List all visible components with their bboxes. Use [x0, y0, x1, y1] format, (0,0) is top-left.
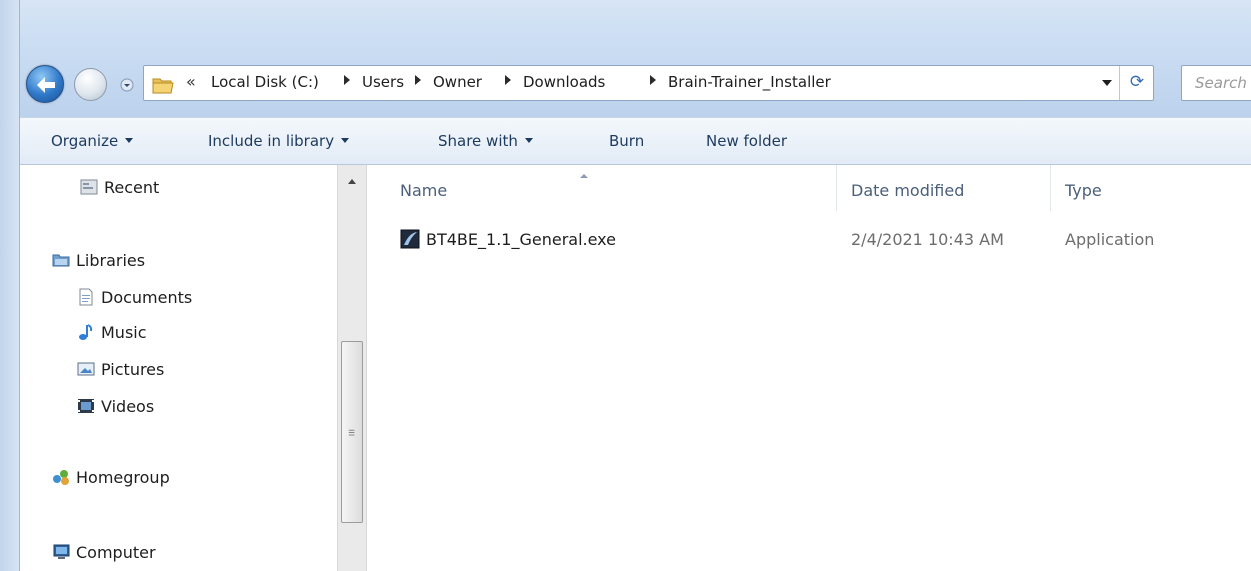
include-in-library-button[interactable]: Include in library	[208, 132, 350, 150]
back-button[interactable]	[26, 65, 64, 103]
share-with-button[interactable]: Share with	[438, 132, 533, 150]
column-header-type[interactable]: Type	[1065, 181, 1102, 200]
forward-button[interactable]	[74, 68, 107, 101]
chevron-down-icon	[341, 138, 350, 143]
nav-item-label: Libraries	[76, 250, 146, 270]
column-divider[interactable]	[836, 165, 837, 211]
nav-item-recent[interactable]: Recent	[80, 175, 159, 199]
address-history-dropdown[interactable]	[1102, 80, 1112, 86]
nav-item-label: Homegroup	[76, 467, 170, 487]
recent-pages-dropdown[interactable]	[120, 78, 134, 92]
breadcrumb-arrow-icon[interactable]	[344, 75, 350, 85]
breadcrumb-brain-trainer-installer[interactable]: Brain-Trainer_Installer	[668, 73, 831, 91]
command-bar: Organize Include in library Share with B…	[20, 117, 1251, 165]
organize-label: Organize	[51, 132, 119, 150]
file-type: Application	[1065, 230, 1155, 249]
window-left-border	[0, 0, 20, 571]
navigation-pane-scrollbar[interactable]	[337, 165, 367, 571]
documents-icon	[77, 288, 95, 306]
file-name[interactable]: BT4BE_1.1_General.exe	[426, 230, 616, 249]
nav-item-label: Computer	[76, 542, 156, 562]
navigation-pane: Recent Libraries Documents Music Picture…	[20, 165, 337, 571]
address-bar[interactable]: « Local Disk (C:) Users Owner Downloads …	[143, 65, 1154, 101]
nav-item-label: Recent	[104, 177, 160, 197]
burn-button[interactable]: Burn	[609, 132, 644, 150]
scrollbar-thumb[interactable]	[341, 341, 363, 523]
breadcrumb-users[interactable]: Users	[362, 73, 404, 91]
file-date-modified: 2/4/2021 10:43 AM	[851, 230, 1004, 249]
new-folder-button[interactable]: New folder	[706, 132, 787, 150]
breadcrumb-local-disk[interactable]: Local Disk (C:)	[211, 73, 319, 91]
computer-icon	[52, 543, 70, 561]
nav-item-label: Videos	[101, 396, 155, 416]
search-placeholder: Search	[1195, 74, 1247, 92]
nav-item-documents[interactable]: Documents	[77, 285, 192, 309]
nav-item-videos[interactable]: Videos	[77, 394, 154, 418]
videos-icon	[77, 397, 95, 415]
music-note-icon	[77, 323, 95, 341]
chevron-down-icon	[120, 78, 134, 92]
back-arrow-icon	[37, 77, 55, 93]
pictures-icon	[77, 360, 95, 378]
breadcrumb-downloads[interactable]: Downloads	[523, 73, 605, 91]
nav-item-libraries[interactable]: Libraries	[52, 248, 145, 272]
organize-button[interactable]: Organize	[51, 132, 134, 150]
nav-item-label: Pictures	[101, 359, 165, 379]
search-input[interactable]: Search	[1181, 65, 1251, 101]
scroll-up-arrow-icon[interactable]	[348, 179, 356, 184]
libraries-icon	[52, 251, 70, 269]
scroll-grip-icon	[348, 429, 355, 436]
nav-item-music[interactable]: Music	[77, 320, 147, 344]
nav-item-label: Music	[101, 322, 147, 342]
column-divider[interactable]	[1050, 165, 1051, 211]
homegroup-icon	[52, 468, 70, 486]
chevron-down-icon	[125, 138, 134, 143]
breadcrumb-owner[interactable]: Owner	[433, 73, 482, 91]
nav-item-pictures[interactable]: Pictures	[77, 357, 164, 381]
include-in-library-label: Include in library	[208, 132, 335, 150]
nav-item-homegroup[interactable]: Homegroup	[52, 465, 170, 489]
chevron-down-icon	[524, 138, 533, 143]
overflow-breadcrumb[interactable]: «	[186, 72, 196, 91]
refresh-button[interactable]: ⟳	[1119, 66, 1154, 100]
file-row[interactable]: BT4BE_1.1_General.exe 2/4/2021 10:43 AM …	[368, 225, 1251, 257]
breadcrumb-arrow-icon[interactable]	[650, 75, 656, 85]
file-list-view: Name Date modified Type BT4BE_1.1_Genera…	[368, 165, 1251, 571]
nav-item-computer[interactable]: Computer	[52, 540, 156, 564]
breadcrumb-arrow-icon[interactable]	[415, 75, 421, 85]
application-exe-icon	[400, 229, 420, 253]
share-with-label: Share with	[438, 132, 518, 150]
recent-places-icon	[80, 178, 98, 196]
column-header-name[interactable]: Name	[400, 181, 447, 200]
breadcrumb-arrow-icon[interactable]	[505, 75, 511, 85]
folder-icon	[152, 78, 174, 94]
column-header-date-modified[interactable]: Date modified	[851, 181, 964, 200]
sort-ascending-icon	[580, 174, 588, 178]
nav-item-label: Documents	[101, 287, 193, 307]
